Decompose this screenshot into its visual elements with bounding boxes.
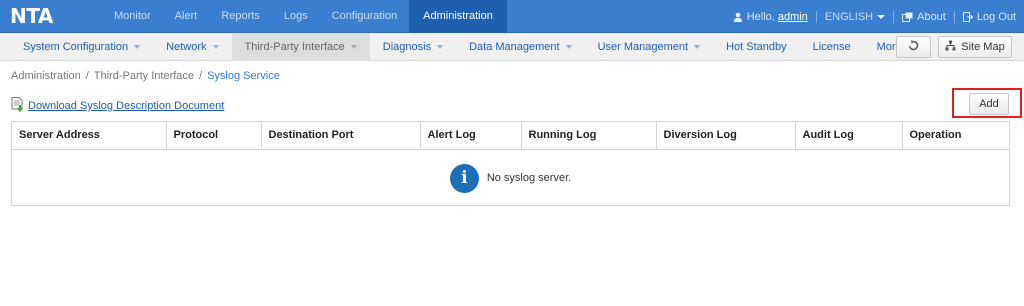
syslog-table: Server Address Protocol Destination Port… <box>11 121 1010 206</box>
refresh-icon <box>908 40 919 54</box>
download-link[interactable]: Download Syslog Description Document <box>28 100 224 112</box>
download-document[interactable]: Download Syslog Description Document <box>11 97 224 115</box>
sub-nav-bar: System Configuration Network Third-Party… <box>0 33 1024 61</box>
empty-message: No syslog server. <box>486 172 572 184</box>
breadcrumb-administration[interactable]: Administration <box>11 70 81 82</box>
column-operation: Operation <box>902 122 1009 150</box>
breadcrumb-current: Syslog Service <box>207 70 280 82</box>
username-link[interactable]: admin <box>778 11 808 23</box>
column-audit-log: Audit Log <box>795 122 903 150</box>
top-nav-reports[interactable]: Reports <box>209 0 272 33</box>
breadcrumb: Administration / Third-Party Interface /… <box>11 70 280 82</box>
sub-nav-network[interactable]: Network <box>153 33 231 61</box>
table-header-row: Server Address Protocol Destination Port… <box>12 122 1009 150</box>
sub-nav-third-party-interface[interactable]: Third-Party Interface <box>231 33 370 61</box>
user-icon <box>733 12 743 22</box>
add-button[interactable]: Add <box>969 93 1009 115</box>
chevron-down-icon <box>350 45 357 49</box>
column-running-log: Running Log <box>521 122 657 150</box>
chevron-down-icon <box>212 45 219 49</box>
language-selector[interactable]: ENGLISH <box>817 11 893 23</box>
sub-nav: System Configuration Network Third-Party… <box>10 33 927 61</box>
sitemap-icon <box>945 40 956 54</box>
sub-nav-user-management[interactable]: User Management <box>585 33 714 61</box>
logout-link[interactable]: Log Out <box>955 11 1024 23</box>
breadcrumb-separator: / <box>85 70 89 82</box>
top-nav-alert[interactable]: Alert <box>163 0 210 33</box>
chevron-down-icon <box>134 45 141 49</box>
top-nav-monitor[interactable]: Monitor <box>102 0 163 33</box>
column-protocol: Protocol <box>166 122 262 150</box>
logout-icon <box>962 11 973 22</box>
column-alert-log: Alert Log <box>420 122 522 150</box>
logout-label: Log Out <box>976 10 1016 23</box>
column-diversion-log: Diversion Log <box>656 122 796 150</box>
chevron-down-icon <box>437 45 444 49</box>
refresh-button[interactable] <box>896 36 931 58</box>
user-greeting: Hello, admin <box>725 11 816 23</box>
info-icon: i <box>449 163 479 193</box>
chevron-down-icon <box>877 14 886 19</box>
user-bar: Hello, admin ENGLISH About Log Out <box>725 0 1024 33</box>
top-bar: NTA Monitor Alert Reports Logs Configura… <box>0 0 1024 33</box>
download-document-icon <box>11 97 25 115</box>
top-nav-administration[interactable]: Administration <box>409 0 507 33</box>
empty-state: i No syslog server. <box>12 150 1009 206</box>
top-nav-configuration[interactable]: Configuration <box>320 0 409 33</box>
top-nav-logs[interactable]: Logs <box>272 0 320 33</box>
breadcrumb-third-party-interface[interactable]: Third-Party Interface <box>94 70 194 82</box>
column-server-address: Server Address <box>12 122 167 150</box>
site-map-button[interactable]: Site Map <box>938 36 1012 58</box>
chevron-down-icon <box>565 45 572 49</box>
site-map-label: Site Map <box>961 41 1005 53</box>
sub-nav-diagnosis[interactable]: Diagnosis <box>370 33 456 61</box>
sub-nav-license[interactable]: License <box>800 33 864 61</box>
column-destination-port: Destination Port <box>261 122 421 150</box>
sub-nav-system-configuration[interactable]: System Configuration <box>10 33 153 61</box>
sub-nav-hot-standby[interactable]: Hot Standby <box>713 33 800 61</box>
language-label: ENGLISH <box>824 10 874 23</box>
about-link[interactable]: About <box>894 11 954 23</box>
app-logo: NTA <box>10 4 53 28</box>
top-nav: Monitor Alert Reports Logs Configuration… <box>102 0 507 33</box>
sub-nav-data-management[interactable]: Data Management <box>456 33 585 61</box>
about-icon <box>902 12 913 22</box>
about-label: About <box>917 10 946 23</box>
breadcrumb-separator: / <box>199 70 203 82</box>
chevron-down-icon <box>694 45 701 49</box>
greeting-text: Hello, <box>746 10 775 23</box>
